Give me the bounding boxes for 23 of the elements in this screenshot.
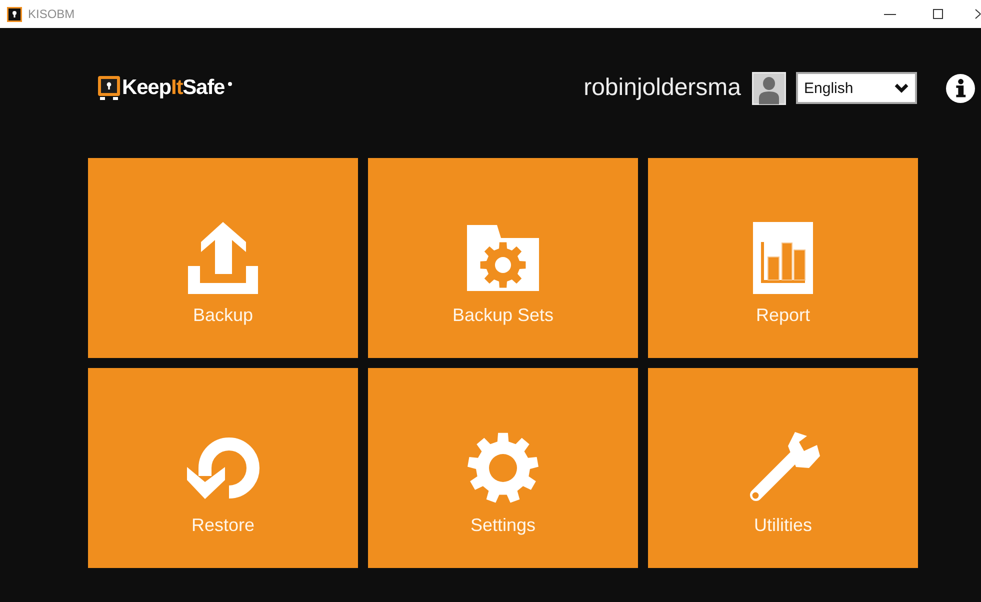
menu-tile[interactable]: Settings xyxy=(368,368,638,568)
settings-icon xyxy=(466,432,540,504)
logo-text: KeepItSafe xyxy=(122,76,225,100)
window-title: KISOBM xyxy=(28,7,75,21)
upload-icon xyxy=(188,222,258,294)
menu-tile[interactable]: Backup Sets xyxy=(368,158,638,358)
safe-icon xyxy=(98,76,120,100)
registered-mark-icon xyxy=(228,82,232,86)
menu-tile[interactable]: Report xyxy=(648,158,918,358)
username-text: robinjoldersma xyxy=(584,73,741,103)
menu-tile[interactable]: Backup xyxy=(88,158,358,358)
chevron-down-icon xyxy=(894,83,909,93)
bar-chart-icon xyxy=(753,222,813,294)
close-icon[interactable] xyxy=(975,9,981,19)
maximize-icon[interactable] xyxy=(933,9,943,19)
circular-arrow-icon xyxy=(186,436,260,500)
menu-tile[interactable]: Utilities xyxy=(648,368,918,568)
folder-gear-icon xyxy=(467,225,539,291)
app-icon xyxy=(7,6,22,22)
menu-tile[interactable]: Restore xyxy=(88,368,358,568)
avatar-icon[interactable] xyxy=(752,72,786,104)
language-select[interactable]: English xyxy=(796,72,917,104)
info-icon[interactable] xyxy=(946,74,975,102)
